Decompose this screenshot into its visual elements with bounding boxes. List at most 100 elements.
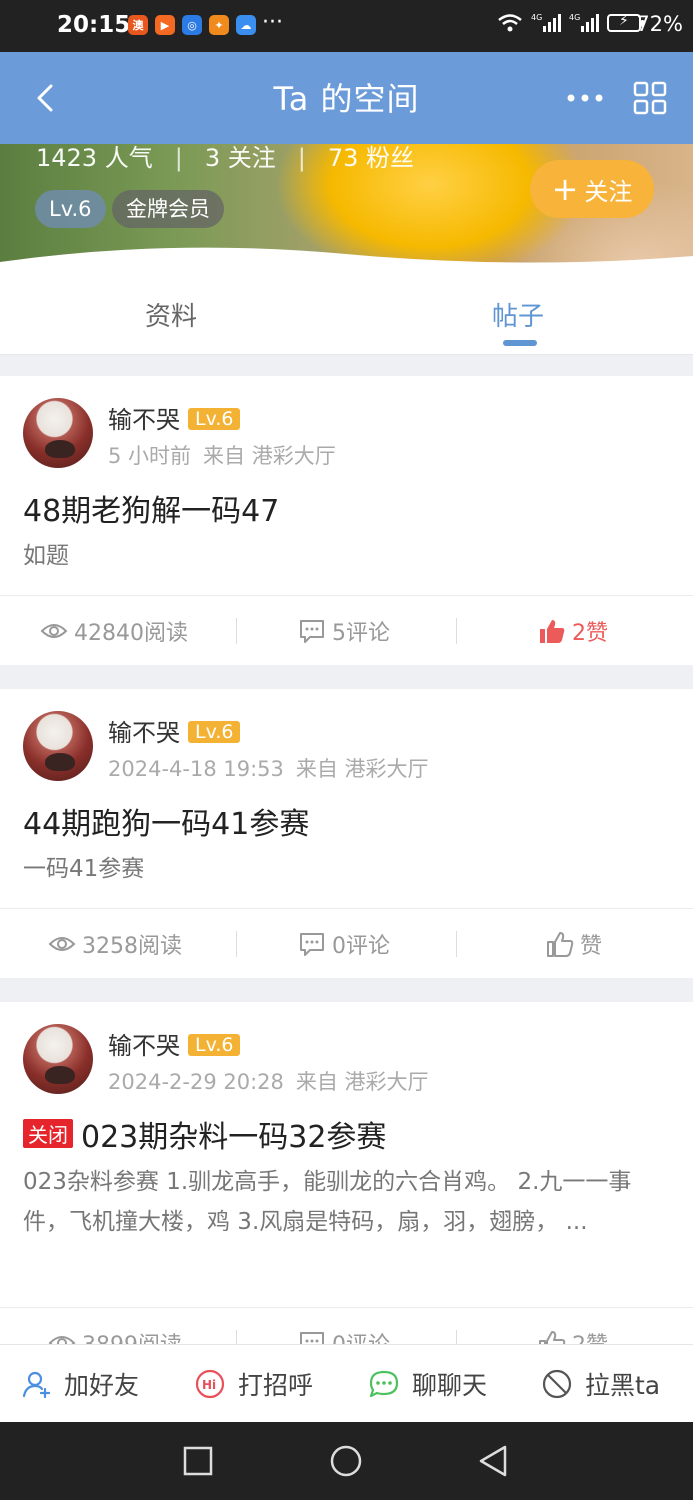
comment-count-label: 0评论 [332,1327,390,1344]
add-friend-button[interactable]: 加好友 [22,1345,139,1423]
post-title-text: 023期杂料一码32参赛 [81,1120,387,1155]
following-count[interactable]: 3 关注 [205,144,276,172]
post-time: 5 小时前 [108,444,192,468]
avatar[interactable] [23,398,93,468]
like-button[interactable]: 2赞 [538,1308,608,1344]
read-count: 3258阅读 [48,909,182,979]
plus-icon: + [551,170,579,208]
say-hi-button[interactable]: Hi 打招呼 [194,1345,313,1423]
profile-tabs: 资料 帖子 [0,276,693,355]
home-button[interactable] [329,1444,363,1478]
battery-percent: 72% [636,12,683,36]
status-time: 20:15 [57,12,131,38]
post-author[interactable]: 输不哭 Lv.6 [108,713,241,748]
post-excerpt: 一码41参赛 [23,856,145,882]
header-bar: Ta 的空间 [0,52,693,144]
post-source: 来自 港彩大厅 [203,444,336,468]
author-name: 输不哭 [108,719,180,747]
post-title[interactable]: 48期老狗解一码47 [23,486,279,530]
more-options-icon[interactable] [562,80,608,116]
post-time: 2024-4-18 19:53 [108,757,284,781]
status-bar: 20:15 澳 ▶ ◎ ✦ ☁ ··· 4G 4G ⚡ 72% [0,0,693,52]
post-meta: 2024-2-29 20:28 来自 港彩大厅 [108,1066,441,1096]
profile-stats: 1423 人气 | 3 关注 | 73 粉丝 [36,144,414,173]
more-notifications-icon: ··· [262,10,283,35]
post-title[interactable]: 44期跑狗一码41参赛 [23,799,309,843]
post-meta: 5 小时前 来自 港彩大厅 [108,440,348,470]
action-divider [456,931,457,957]
author-level-badge: Lv.6 [188,1034,241,1056]
comment-icon [300,1332,324,1344]
author-level-badge: Lv.6 [188,721,241,743]
membership-badge: 金牌会员 [112,190,224,228]
block-icon [542,1369,572,1399]
post-actions: 3899阅读 0评论 2赞 [0,1307,693,1344]
fans-count[interactable]: 73 粉丝 [328,144,414,172]
system-nav-bar [0,1422,693,1500]
post-excerpt: 023杂料参赛 1.驯龙高手，能驯龙的六合肖鸡。 2.九一一事件，飞机撞大楼，鸡… [23,1169,632,1235]
read-count-label: 3258阅读 [82,934,182,959]
recent-apps-button[interactable] [183,1446,213,1476]
action-divider [236,1330,237,1344]
back-button[interactable] [477,1444,509,1478]
chat-button[interactable]: 聊聊天 [368,1345,487,1423]
like-button[interactable]: 赞 [546,909,602,979]
read-count-label: 3899阅读 [82,1327,182,1344]
action-divider [456,618,457,644]
action-divider [236,931,237,957]
read-count: 3899阅读 [48,1308,182,1344]
bottom-action-bar: 加好友 Hi 打招呼 聊聊天 拉黑ta [0,1344,693,1423]
follow-label: 关注 [584,177,633,206]
post-title[interactable]: 关闭 023期杂料一码32参赛 [23,1112,386,1156]
follow-button[interactable]: + 关注 [530,160,654,218]
avatar[interactable] [23,711,93,781]
stats-divider: | [297,144,306,172]
chat-icon [369,1370,399,1398]
browser-icon: ◎ [182,15,202,35]
play-icon: ▶ [155,15,175,35]
popularity-count: 1423 人气 [36,144,153,172]
comment-icon [300,620,324,643]
post-card[interactable]: 输不哭 Lv.6 2024-4-18 19:53 来自 港彩大厅 44期跑狗一码41… [0,689,693,978]
block-button[interactable]: 拉黑ta [541,1345,660,1423]
read-count-label: 42840阅读 [74,621,188,646]
banner-wave-divider [0,247,693,276]
post-source: 来自 港彩大厅 [295,1070,429,1094]
add-friend-icon [22,1371,51,1399]
action-divider [236,618,237,644]
post-actions: 3258阅读 0评论 赞 [0,908,693,979]
comment-button[interactable]: 0评论 [298,909,390,979]
wifi-icon [498,14,522,32]
cloud-icon: ☁ [236,15,256,35]
app-icon-orange-1: 澳 [128,15,148,35]
post-author[interactable]: 输不哭 Lv.6 [108,400,241,435]
avatar[interactable] [23,1024,93,1094]
eye-icon [40,624,68,638]
read-count: 42840阅读 [40,596,188,666]
post-author[interactable]: 输不哭 Lv.6 [108,1026,241,1061]
like-count-label: 赞 [580,934,603,959]
status-indicators: 4G 4G ⚡ [497,12,644,34]
comment-button[interactable]: 5评论 [298,596,390,666]
thumbs-up-icon [539,1331,566,1344]
tab-posts[interactable]: 帖子 [492,296,544,333]
grid-menu-icon[interactable] [632,80,668,116]
comment-count-label: 0评论 [332,934,390,959]
author-level-badge: Lv.6 [188,408,241,430]
signal-4g-icon-2: 4G [569,13,599,32]
like-count-label: 2赞 [572,1327,608,1344]
signal-4g-icon: 4G [531,13,561,32]
svg-text:4G: 4G [569,13,580,22]
level-badge: Lv.6 [35,190,106,228]
chat-label: 聊聊天 [412,1371,488,1400]
comment-button[interactable]: 0评论 [298,1308,390,1344]
post-card[interactable]: 输不哭 Lv.6 5 小时前 来自 港彩大厅 48期老狗解一码47 如题 42840… [0,376,693,665]
stats-divider: | [174,144,183,172]
like-button[interactable]: 2赞 [538,596,608,666]
active-tab-indicator [503,340,537,346]
action-divider [456,1330,457,1344]
post-meta: 2024-4-18 19:53 来自 港彩大厅 [108,753,441,783]
tab-profile-info[interactable]: 资料 [145,296,197,333]
say-hi-label: 打招呼 [238,1371,314,1400]
post-card[interactable]: 输不哭 Lv.6 2024-2-29 20:28 来自 港彩大厅 关闭 023期杂料一… [0,1002,693,1344]
